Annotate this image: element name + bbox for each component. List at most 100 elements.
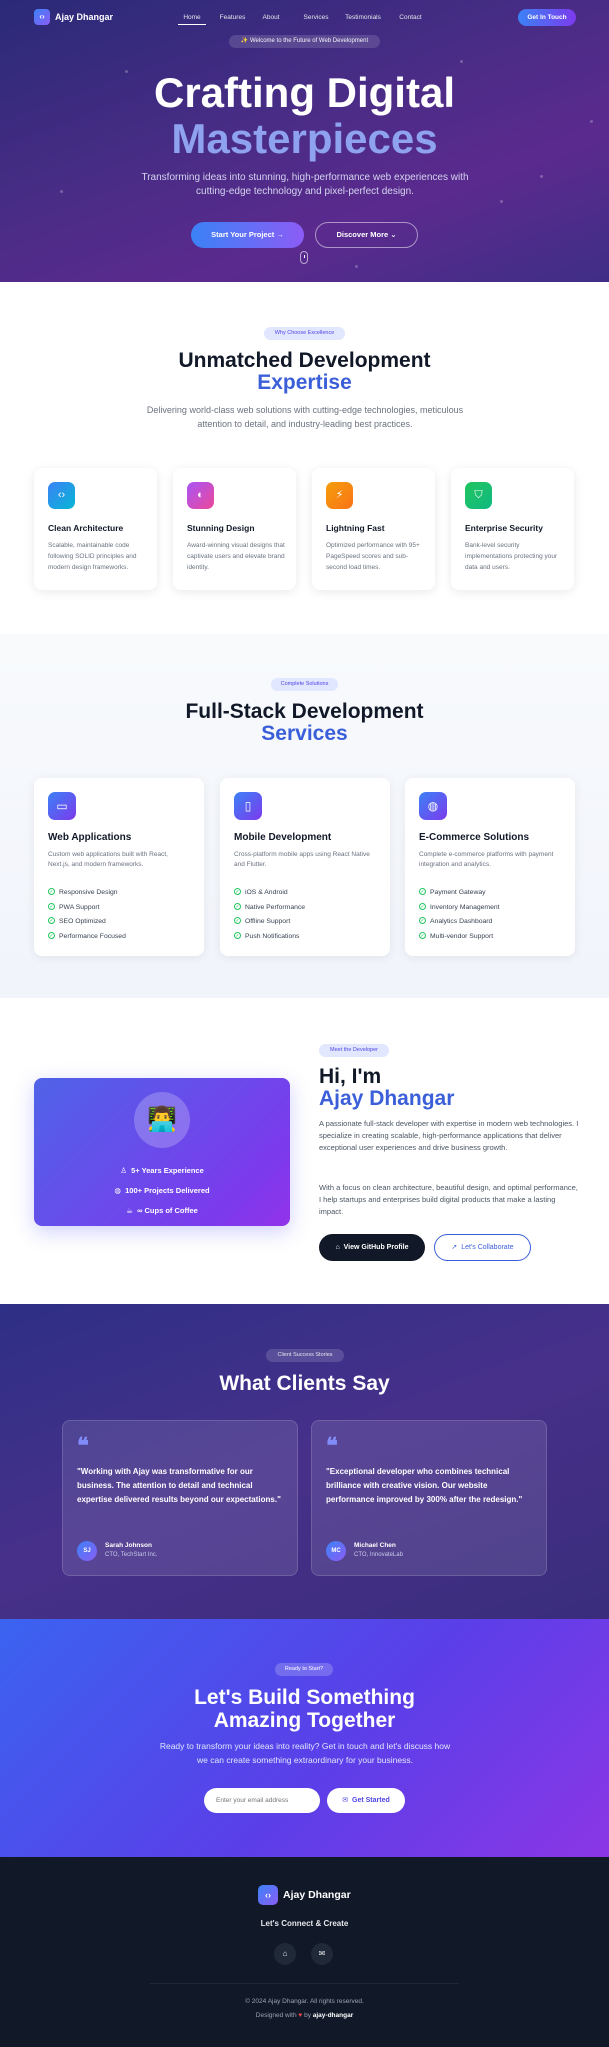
testimonial-card: ❝ "Working with Ajay was transformative …	[62, 1420, 298, 1576]
list-item: ✓ PWA Support	[48, 902, 100, 911]
cta-section: Ready to Start? Let's Build Something Am…	[0, 1619, 609, 1857]
about-paragraph: With a focus on clean architecture, beau…	[319, 1183, 578, 1216]
cta-subtitle: Ready to transform your ideas into reali…	[159, 1741, 451, 1765]
service-card: ▭ Web Applications Custom web applicatio…	[34, 778, 204, 956]
feature-card: ‹› Clean Architecture Scalable, maintain…	[34, 468, 157, 590]
check-icon: ✓	[419, 888, 426, 895]
cta-title-line2: Amazing Together	[213, 1709, 396, 1732]
nav-link-home[interactable]: Home	[178, 14, 206, 25]
lightning-icon: ⚡	[326, 482, 353, 509]
services-title-line2: Services	[261, 722, 348, 745]
coffee-icon: ☕	[126, 1206, 133, 1215]
list-item: ✓ Inventory Management	[419, 902, 500, 911]
get-started-button[interactable]: ✉ Get Started	[327, 1788, 405, 1813]
list-item: ✓ Payment Gateway	[419, 888, 486, 896]
brand-name[interactable]: Ajay Dhangar	[55, 12, 113, 22]
decor-dot	[60, 190, 63, 193]
hero-title-line2: Masterpieces	[171, 115, 438, 162]
quote-icon: ❝	[77, 1433, 89, 1459]
author-link[interactable]: ajay-dhangar	[313, 2012, 353, 2019]
cta-title-line1: Let's Build Something	[194, 1686, 415, 1709]
avatar: MC	[326, 1541, 346, 1561]
nav-link-testimonials[interactable]: Testimonials	[343, 14, 383, 25]
check-icon: ✓	[48, 917, 55, 924]
stat-projects: ◍ 100+ Projects Delivered	[114, 1186, 210, 1195]
section-badge: Complete Solutions	[271, 678, 338, 691]
check-icon: ✓	[234, 902, 241, 910]
get-in-touch-button[interactable]: Get In Touch	[518, 9, 576, 26]
service-card: ◍ E-Commerce Solutions Complete e-commer…	[405, 778, 575, 956]
shield-icon: ⛉	[465, 482, 492, 509]
services-title-line1: Full-Stack Development	[185, 700, 424, 723]
hero-subtitle: Transforming ideas into stunning, high-p…	[141, 172, 469, 197]
globe-icon: ◍	[114, 1186, 121, 1195]
decor-dot	[540, 175, 543, 178]
footer: ‹› Ajay Dhangar Let's Connect & Create ⌂…	[0, 1857, 609, 2047]
code-icon: ‹›	[258, 1885, 278, 1905]
service-title: E-Commerce Solutions	[419, 832, 530, 843]
service-feature-list: ✓ Payment Gateway ✓ Inventory Management ✓…	[419, 888, 500, 946]
service-description: Complete e-commerce platforms with payme…	[419, 851, 554, 868]
top-nav: ‹› Ajay Dhangar Home Features About Serv…	[0, 9, 609, 27]
discover-more-button[interactable]: Discover More ⌄	[315, 222, 418, 248]
list-item: ✓ Push Notifications	[234, 931, 300, 940]
services-section: Complete Solutions Full-Stack Developmen…	[0, 634, 609, 998]
github-icon[interactable]: ⌂	[274, 1943, 296, 1965]
feature-card: ⛉ Enterprise Security Bank-level securit…	[451, 468, 574, 590]
list-item: ✓ SEO Optimized	[48, 917, 106, 925]
testimonial-author: Sarah Johnson	[105, 1542, 152, 1549]
footer-brand: Ajay Dhangar	[283, 1889, 351, 1901]
features-title-line1: Unmatched Development	[178, 349, 431, 372]
about-paragraph: A passionate full-stack developer with e…	[319, 1119, 579, 1152]
quote-icon: ❝	[326, 1433, 338, 1459]
stat-coffee: ☕ ∞ Cups of Coffee	[126, 1206, 198, 1215]
nav-link-services[interactable]: Services	[302, 14, 330, 25]
start-project-button[interactable]: Start Your Project →	[191, 222, 304, 248]
features-subtitle: Delivering world-class web solutions wit…	[146, 405, 464, 429]
monitor-icon: ▭	[48, 792, 76, 820]
heart-icon: ♥	[298, 2012, 303, 2019]
check-icon: ✓	[234, 931, 241, 939]
nav-link-features[interactable]: Features	[216, 14, 249, 25]
about-greeting: Hi, I'm	[319, 1065, 382, 1088]
list-item: ✓ Offline Support	[234, 917, 291, 925]
list-item: ✓ Analytics Dashboard	[419, 917, 493, 925]
github-profile-button[interactable]: ⌂ View GitHub Profile	[319, 1234, 425, 1261]
nav-links: Home Features About Services Testimonial…	[178, 14, 424, 25]
feature-description: Award-winning visual designs that captiv…	[187, 542, 285, 571]
globe-icon: ◍	[419, 792, 447, 820]
list-item: ✓ Responsive Design	[48, 888, 118, 896]
service-title: Web Applications	[48, 832, 132, 843]
feature-description: Optimized performance with 95+ PageSpeed…	[326, 542, 420, 571]
list-item: ✓ Multi-vendor Support	[419, 931, 494, 940]
mail-icon[interactable]: ✉	[311, 1943, 333, 1965]
decor-dot	[355, 265, 358, 268]
scroll-indicator-icon[interactable]	[300, 251, 308, 264]
check-icon: ✓	[48, 931, 55, 939]
list-item: ✓ Native Performance	[234, 902, 306, 911]
testimonial-author: Michael Chen	[354, 1542, 396, 1549]
section-badge: Why Choose Excellence	[264, 327, 345, 340]
feature-title: Enterprise Security	[465, 523, 543, 533]
service-card: ▯ Mobile Development Cross-platform mobi…	[220, 778, 390, 956]
testimonials-section: Client Success Stories What Clients Say …	[0, 1304, 609, 1619]
nav-link-contact[interactable]: Contact	[397, 14, 424, 25]
email-input[interactable]	[204, 1788, 320, 1813]
collaborate-button[interactable]: ➚ Let's Collaborate	[434, 1234, 531, 1261]
feature-title: Lightning Fast	[326, 523, 385, 533]
section-badge: Meet the Developer	[319, 1044, 389, 1057]
list-item: ✓ Performance Focused	[48, 931, 126, 940]
palette-icon: ◐	[187, 482, 214, 509]
section-badge: Client Success Stories	[266, 1349, 344, 1362]
decor-dot	[500, 200, 503, 203]
feature-description: Bank-level security implementations prot…	[465, 542, 558, 571]
stat-experience: ♙ 5+ Years Experience	[120, 1166, 204, 1175]
nav-link-about[interactable]: About	[259, 14, 283, 25]
features-section: Why Choose Excellence Unmatched Developm…	[0, 282, 609, 634]
testimonial-quote: "Working with Ajay was transformative fo…	[77, 1467, 281, 1504]
decor-dot	[460, 60, 463, 63]
service-description: Custom web applications built with React…	[48, 851, 168, 868]
about-name: Ajay Dhangar	[319, 1087, 455, 1110]
code-icon[interactable]: ‹›	[34, 9, 50, 25]
testimonial-card: ❝ "Exceptional developer who combines te…	[311, 1420, 547, 1576]
